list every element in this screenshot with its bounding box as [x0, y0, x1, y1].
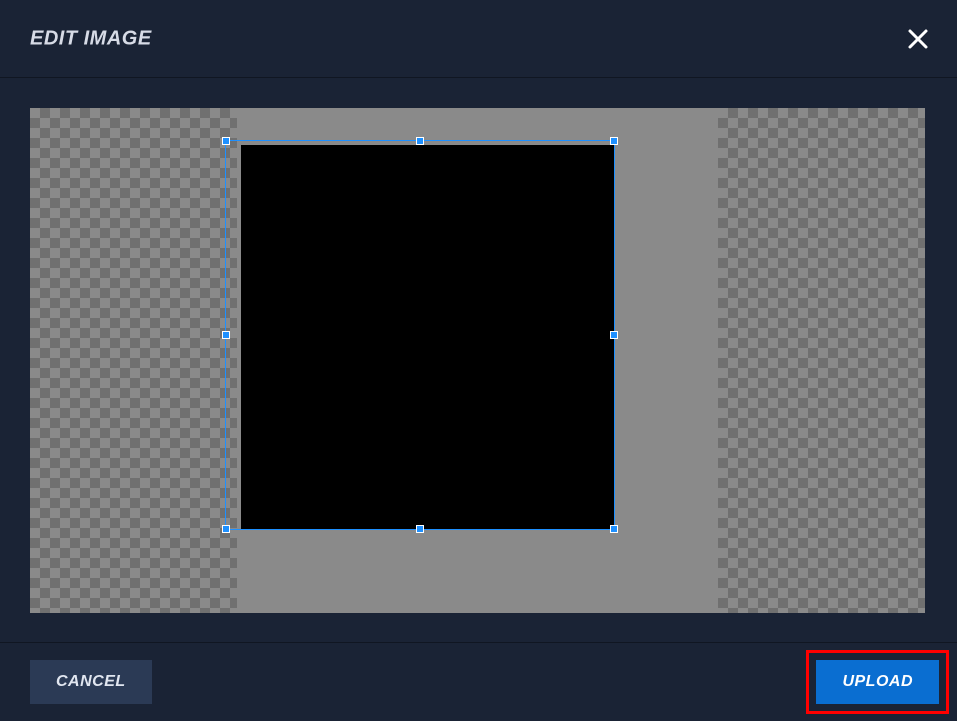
crop-handle-bottom-left[interactable] [223, 526, 229, 532]
close-icon [907, 28, 929, 50]
transparency-checker-left [30, 108, 237, 613]
crop-handle-top-left[interactable] [223, 138, 229, 144]
upload-button[interactable]: UPLOAD [816, 660, 939, 704]
crop-handle-bottom-center[interactable] [417, 526, 423, 532]
crop-handle-right-center[interactable] [611, 332, 617, 338]
close-button[interactable] [907, 28, 929, 50]
cancel-button[interactable]: CANCEL [30, 660, 152, 704]
upload-highlight-frame: UPLOAD [806, 650, 949, 714]
crop-handle-left-center[interactable] [223, 332, 229, 338]
dialog-title: EDIT IMAGE [30, 27, 152, 50]
crop-selection[interactable] [225, 140, 615, 530]
crop-handle-top-center[interactable] [417, 138, 423, 144]
crop-handle-top-right[interactable] [611, 138, 617, 144]
crop-handle-bottom-right[interactable] [611, 526, 617, 532]
crop-preview [241, 145, 614, 529]
dialog-footer: CANCEL UPLOAD [0, 642, 957, 721]
image-editor-canvas[interactable] [30, 108, 925, 613]
dialog-header: EDIT IMAGE [0, 0, 957, 78]
transparency-checker-right [718, 108, 925, 613]
